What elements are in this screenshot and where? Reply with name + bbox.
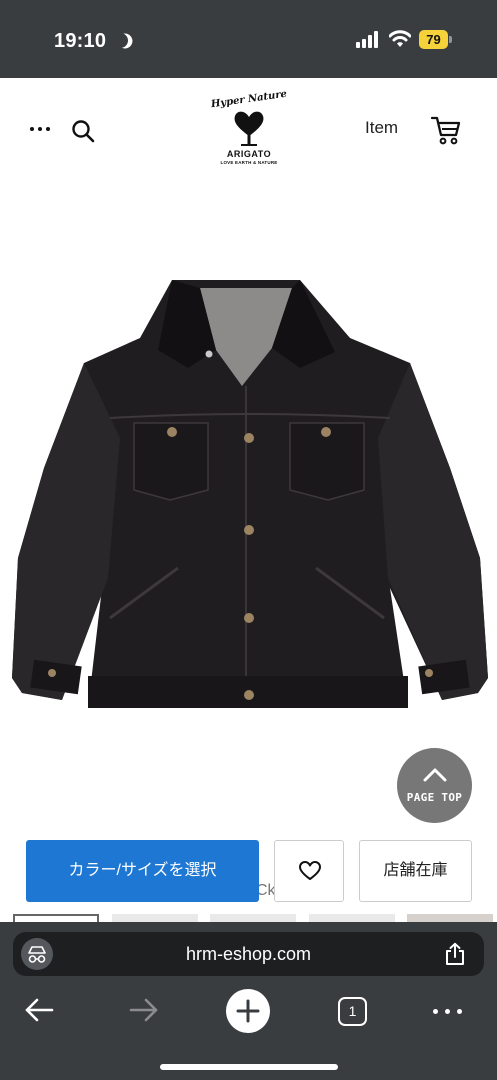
search-icon[interactable] bbox=[71, 119, 95, 143]
status-time: 19:10 bbox=[54, 30, 107, 52]
product-image[interactable] bbox=[10, 268, 488, 728]
cart-icon[interactable] bbox=[430, 114, 462, 146]
site-logo[interactable]: Hyper Nature ARIGATO LOVE EARTH & NATURE bbox=[210, 89, 288, 178]
plus-icon bbox=[236, 999, 260, 1023]
home-indicator bbox=[160, 1064, 338, 1070]
page-top-label: PAGE TOP bbox=[406, 791, 463, 804]
new-tab-button[interactable] bbox=[226, 989, 270, 1033]
logo-name: ARIGATO bbox=[226, 149, 272, 159]
signal-icon bbox=[356, 31, 382, 48]
site-header: Hyper Nature ARIGATO LOVE EARTH & NATURE… bbox=[0, 78, 497, 188]
favorite-button[interactable] bbox=[274, 840, 344, 902]
heart-logo-icon bbox=[234, 111, 264, 146]
forward-arrow-icon[interactable] bbox=[129, 998, 159, 1022]
more-dots-icon[interactable] bbox=[433, 1009, 463, 1015]
page-top-button[interactable]: PAGE TOP bbox=[397, 748, 472, 823]
url-text[interactable]: hrm-eshop.com bbox=[13, 932, 484, 976]
heart-icon bbox=[299, 861, 321, 880]
incognito-icon[interactable] bbox=[21, 938, 53, 970]
store-stock-button[interactable]: 店舗在庫 bbox=[359, 840, 472, 902]
chevron-up-icon bbox=[423, 768, 447, 782]
battery-level: 79 bbox=[426, 32, 441, 47]
battery-icon: 79 bbox=[419, 30, 448, 49]
tabs-icon[interactable]: 1 bbox=[338, 997, 367, 1026]
browser-toolbar: hrm-eshop.com 1 bbox=[0, 922, 497, 1080]
battery-tip bbox=[449, 36, 452, 43]
logo-tagline: LOVE EARTH & NATURE bbox=[220, 160, 278, 165]
address-bar[interactable]: hrm-eshop.com bbox=[13, 932, 484, 976]
moon-icon bbox=[111, 31, 130, 50]
select-color-size-button[interactable]: カラー/サイズを選択 bbox=[26, 840, 259, 902]
wifi-icon bbox=[389, 30, 411, 47]
share-icon[interactable] bbox=[444, 942, 466, 966]
back-arrow-icon[interactable] bbox=[24, 998, 54, 1022]
menu-dots-icon[interactable] bbox=[30, 127, 50, 133]
product-image-area bbox=[0, 188, 497, 828]
item-link[interactable]: Item bbox=[365, 118, 398, 138]
status-bar: 19:10 79 bbox=[0, 0, 497, 78]
